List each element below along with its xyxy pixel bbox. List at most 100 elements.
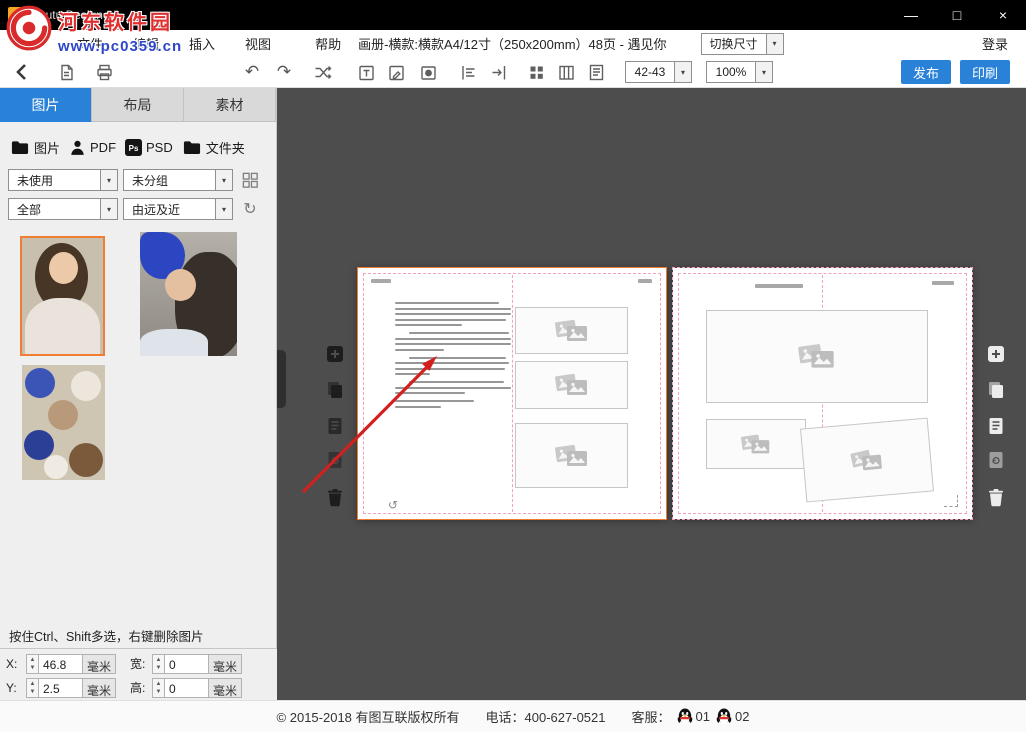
- width-value-field[interactable]: 0: [165, 654, 209, 674]
- titlebar: Youtu Designer — □ ×: [0, 0, 1026, 30]
- page-range-dropdown[interactable]: 42-43 ▾: [625, 61, 692, 83]
- height-value-field[interactable]: 0: [165, 678, 209, 698]
- refresh-icon[interactable]: ↻: [238, 199, 262, 219]
- y-label: Y:: [6, 681, 26, 695]
- scope-filter-dropdown[interactable]: 全部 ▾: [8, 198, 118, 220]
- menu-view[interactable]: 视图: [230, 34, 286, 53]
- photoshop-icon: Ps: [125, 139, 142, 156]
- width-spinner[interactable]: ▲▼: [152, 654, 165, 674]
- spinner-down-icon: ▼: [30, 664, 36, 672]
- reset-page-button[interactable]: [324, 449, 346, 471]
- source-psd[interactable]: Ps PSD: [125, 139, 173, 156]
- add-page-button[interactable]: [985, 343, 1007, 365]
- fold-guide: [512, 275, 513, 512]
- print-preview-icon[interactable]: [93, 61, 115, 83]
- photo-placeholder[interactable]: [800, 418, 934, 503]
- chevron-down-icon: ▾: [100, 170, 117, 190]
- publish-button[interactable]: 发布: [901, 60, 951, 84]
- close-button[interactable]: ×: [980, 0, 1026, 30]
- corner-mark: [944, 495, 958, 507]
- x-value-field[interactable]: 46.8: [39, 654, 83, 674]
- delete-page-button[interactable]: [985, 487, 1007, 509]
- menu-help[interactable]: 帮助: [300, 34, 356, 53]
- thumbnail-art: [25, 298, 100, 356]
- image-placeholder-icon: [797, 342, 837, 371]
- source-folder[interactable]: 文件夹: [182, 138, 245, 157]
- y-spinner[interactable]: ▲▼: [26, 678, 39, 698]
- image-placeholder-icon: [740, 433, 772, 456]
- photo-thumbnail-selected[interactable]: [20, 236, 105, 356]
- qq-contact-2[interactable]: 02: [716, 708, 749, 726]
- page-spread-right[interactable]: [673, 268, 972, 519]
- tab-layout[interactable]: 布局: [92, 88, 184, 122]
- group-filter-dropdown[interactable]: 未分组 ▾: [123, 169, 233, 191]
- menu-edit[interactable]: 编辑: [118, 34, 174, 53]
- photo-placeholder[interactable]: [706, 310, 928, 403]
- maximize-button[interactable]: □: [934, 0, 980, 30]
- align-left-icon[interactable]: [457, 61, 479, 83]
- menu-insert[interactable]: 插入: [174, 34, 230, 53]
- folder-icon: [182, 138, 202, 157]
- copy-page-button[interactable]: [324, 379, 346, 401]
- grid-view-icon[interactable]: [238, 171, 262, 190]
- switch-size-dropdown[interactable]: 切换尺寸 ▾: [701, 33, 784, 55]
- usage-filter-value: 未使用: [9, 172, 100, 189]
- mask-frame-icon[interactable]: [417, 61, 439, 83]
- qq-number: 01: [696, 709, 710, 724]
- spinner-down-icon: ▼: [156, 664, 162, 672]
- height-spinner[interactable]: ▲▼: [152, 678, 165, 698]
- x-label: X:: [6, 657, 26, 671]
- page-text-layout-icon[interactable]: [585, 61, 607, 83]
- photo-placeholder[interactable]: [515, 307, 628, 354]
- text-frame-icon[interactable]: [355, 61, 377, 83]
- svg-text:Ps: Ps: [129, 143, 139, 152]
- source-label: 图片: [34, 138, 60, 157]
- paste-page-button[interactable]: [985, 415, 1007, 437]
- photo-placeholder[interactable]: [706, 419, 806, 469]
- tab-materials[interactable]: 素材: [184, 88, 276, 122]
- sidebar-collapse-handle[interactable]: [277, 350, 286, 408]
- image-placeholder-icon: [554, 372, 590, 398]
- columns-layout-icon[interactable]: [555, 61, 577, 83]
- scope-filter-value: 全部: [9, 201, 100, 218]
- print-button[interactable]: 印刷: [960, 60, 1010, 84]
- add-page-button[interactable]: [324, 343, 346, 365]
- back-button[interactable]: [11, 61, 33, 83]
- y-value-field[interactable]: 2.5: [39, 678, 83, 698]
- paste-page-button[interactable]: [324, 415, 346, 437]
- page-spread-left[interactable]: ↺: [358, 268, 666, 519]
- photo-placeholder[interactable]: [515, 361, 628, 409]
- qq-contact-1[interactable]: 01: [677, 708, 710, 726]
- source-pdf[interactable]: PDF: [69, 139, 116, 156]
- delete-page-button[interactable]: [324, 487, 346, 509]
- new-page-icon[interactable]: [55, 61, 77, 83]
- minimize-button[interactable]: —: [888, 0, 934, 30]
- edit-frame-icon[interactable]: [385, 61, 407, 83]
- chevron-down-icon: ▾: [215, 170, 232, 190]
- tab-pictures[interactable]: 图片: [0, 88, 92, 122]
- swap-pages-icon[interactable]: [311, 61, 333, 83]
- photo-placeholder[interactable]: [515, 423, 628, 488]
- design-canvas[interactable]: ↺: [277, 88, 1026, 700]
- redo-button[interactable]: ↷: [273, 61, 295, 83]
- photo-thumbnail-collage[interactable]: [22, 365, 105, 480]
- source-pictures[interactable]: 图片: [10, 138, 60, 157]
- thumbnail-art: [25, 368, 55, 398]
- rotate-handle-icon[interactable]: ↺: [388, 499, 398, 511]
- undo-button[interactable]: ↶: [241, 61, 263, 83]
- x-spinner[interactable]: ▲▼: [26, 654, 39, 674]
- align-right-icon[interactable]: [487, 61, 509, 83]
- login-link[interactable]: 登录: [982, 34, 1008, 53]
- grid-layout-icon[interactable]: [525, 61, 547, 83]
- image-placeholder-icon: [554, 443, 590, 469]
- menu-file[interactable]: 文件: [62, 34, 118, 53]
- copy-page-button[interactable]: [985, 379, 1007, 401]
- reset-page-button[interactable]: [985, 449, 1007, 471]
- chevron-down-icon: ▾: [100, 199, 117, 219]
- image-placeholder-icon: [554, 318, 590, 344]
- zoom-dropdown[interactable]: 100% ▾: [706, 61, 773, 83]
- photo-thumbnail[interactable]: [140, 232, 237, 356]
- sort-filter-dropdown[interactable]: 由远及近 ▾: [123, 198, 233, 220]
- document-title: 画册-横款:横款A4/12寸（250x200mm）48页 - 遇见你: [358, 34, 666, 53]
- usage-filter-dropdown[interactable]: 未使用 ▾: [8, 169, 118, 191]
